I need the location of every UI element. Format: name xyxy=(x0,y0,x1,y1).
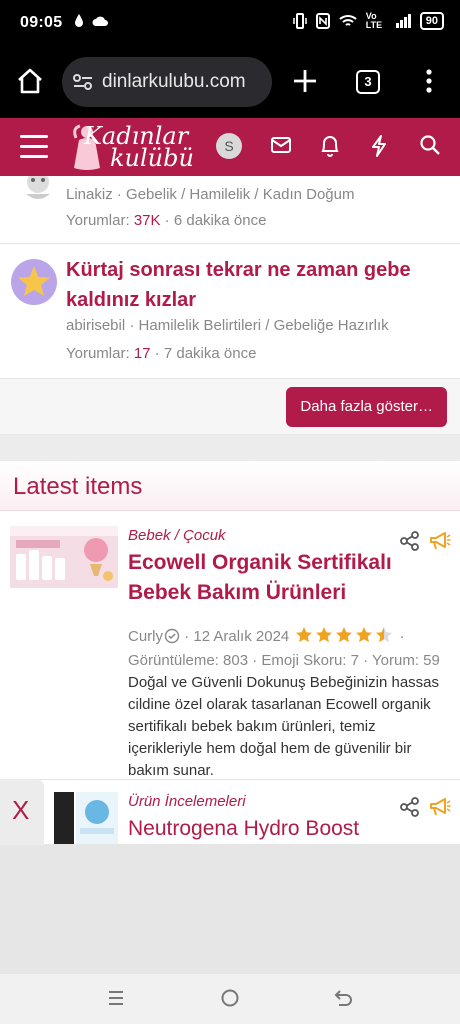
latest-item[interactable]: Bebek / Çocuk Ecowell Organik Sertifikal… xyxy=(0,514,460,780)
item-date: 12 Aralık 2024 xyxy=(193,628,290,645)
megaphone-icon[interactable] xyxy=(429,531,451,551)
item-thumbnail[interactable] xyxy=(10,526,118,588)
comments-count: 37K xyxy=(133,212,161,229)
item-meta: Curly · 12 Aralık 2024 · Görüntüleme: 80… xyxy=(128,626,440,669)
logo-text-bottom: kulübü xyxy=(110,144,194,172)
menu-icon[interactable] xyxy=(20,135,48,159)
wifi-icon xyxy=(339,15,357,26)
thread-time: 6 dakika önce xyxy=(173,212,267,229)
status-bar: 09:05 Vo LTE 90 xyxy=(0,0,460,46)
cloud-icon xyxy=(92,16,108,26)
vibrate-icon xyxy=(293,13,307,29)
thread-author[interactable]: abirisebil xyxy=(66,317,125,334)
show-more-bar: Daha fazla göster… xyxy=(0,379,460,435)
thread-category[interactable]: Gebelik / Hamilelik / Kadın Doğum xyxy=(126,186,354,203)
back-icon[interactable] xyxy=(334,988,354,1008)
bell-icon[interactable] xyxy=(319,134,341,158)
megaphone-icon[interactable] xyxy=(429,797,451,817)
thread-title[interactable]: Kürtaj sonrası tekrar ne zaman gebe kald… xyxy=(66,255,446,315)
thread-item[interactable]: Linakiz · Gebelik / Hamilelik / Kadın Do… xyxy=(0,176,460,244)
star-icon xyxy=(356,627,373,643)
section-title: Latest items xyxy=(13,473,143,500)
item-title[interactable]: Neutrogena Hydro Boost xyxy=(128,814,428,844)
ad-close-panel[interactable]: X xyxy=(0,779,44,845)
item-views: Görüntüleme: 803 xyxy=(128,652,249,669)
star-icon xyxy=(336,627,353,643)
item-comments: Yorum: 59 xyxy=(372,652,440,669)
status-time: 09:05 xyxy=(20,14,63,31)
signal-icon xyxy=(395,14,411,28)
address-bar[interactable]: dinlarkulubu.com xyxy=(62,57,272,107)
comments-label: Yorumlar: xyxy=(66,212,130,229)
latest-items-header: Latest items xyxy=(0,461,460,511)
item-title[interactable]: Ecowell Organik Sertifikalı Bebek Bakım … xyxy=(128,548,428,608)
nfc-icon xyxy=(315,13,330,29)
tab-switcher-button[interactable]: 3 xyxy=(356,70,380,94)
star-icon xyxy=(376,627,393,643)
rating-stars xyxy=(295,626,393,644)
new-tab-icon[interactable] xyxy=(292,68,318,94)
item-emoji-score: Emoji Skoru: 7 xyxy=(261,652,359,669)
close-button[interactable]: X xyxy=(12,795,29,826)
latest-item[interactable]: Ürün İncelemeleri Neutrogena Hydro Boost xyxy=(0,781,460,844)
item-category[interactable]: Ürün İncelemeleri xyxy=(128,793,246,810)
section-divider xyxy=(0,435,460,461)
browser-toolbar: dinlarkulubu.com 3 xyxy=(0,46,460,118)
lightning-icon[interactable] xyxy=(369,134,389,158)
site-settings-icon[interactable] xyxy=(72,73,94,91)
thread-author[interactable]: Linakiz xyxy=(66,186,113,203)
thread-time: 7 dakika önce xyxy=(163,345,257,362)
site-header: Kadınlar kulübü S xyxy=(0,118,460,176)
thread-item[interactable]: Kürtaj sonrası tekrar ne zaman gebe kald… xyxy=(0,245,460,379)
thread-avatar xyxy=(26,176,50,199)
recent-apps-icon[interactable] xyxy=(106,988,126,1008)
more-menu-icon[interactable] xyxy=(420,68,438,94)
site-logo[interactable]: Kadınlar kulübü xyxy=(70,122,200,172)
comments-label: Yorumlar: xyxy=(66,345,130,362)
battery-indicator: 90 xyxy=(419,12,444,30)
drop-icon xyxy=(75,14,83,27)
user-avatar[interactable]: S xyxy=(216,133,242,159)
page-content: Linakiz · Gebelik / Hamilelik / Kadın Do… xyxy=(0,176,460,844)
comments-count: 17 xyxy=(133,345,151,362)
home-button-icon[interactable] xyxy=(220,988,240,1008)
star-icon xyxy=(296,627,313,643)
item-author[interactable]: Curly xyxy=(128,628,163,645)
network-label: Vo LTE xyxy=(365,11,383,30)
show-more-button[interactable]: Daha fazla göster… xyxy=(286,387,447,427)
thread-category[interactable]: Hamilelik Belirtileri / Gebeliğe Hazırlı… xyxy=(139,317,389,334)
system-nav-bar xyxy=(0,974,460,1024)
verified-icon xyxy=(164,628,180,644)
home-icon[interactable] xyxy=(16,68,44,94)
mail-icon[interactable] xyxy=(270,134,292,156)
star-icon xyxy=(316,627,333,643)
url-text: dinlarkulubu.com xyxy=(102,71,246,92)
item-category[interactable]: Bebek / Çocuk xyxy=(128,527,226,544)
search-icon[interactable] xyxy=(419,134,441,156)
thread-avatar xyxy=(11,259,57,305)
item-description: Doğal ve Güvenli Dokunuş Bebeğinizin has… xyxy=(128,674,440,779)
